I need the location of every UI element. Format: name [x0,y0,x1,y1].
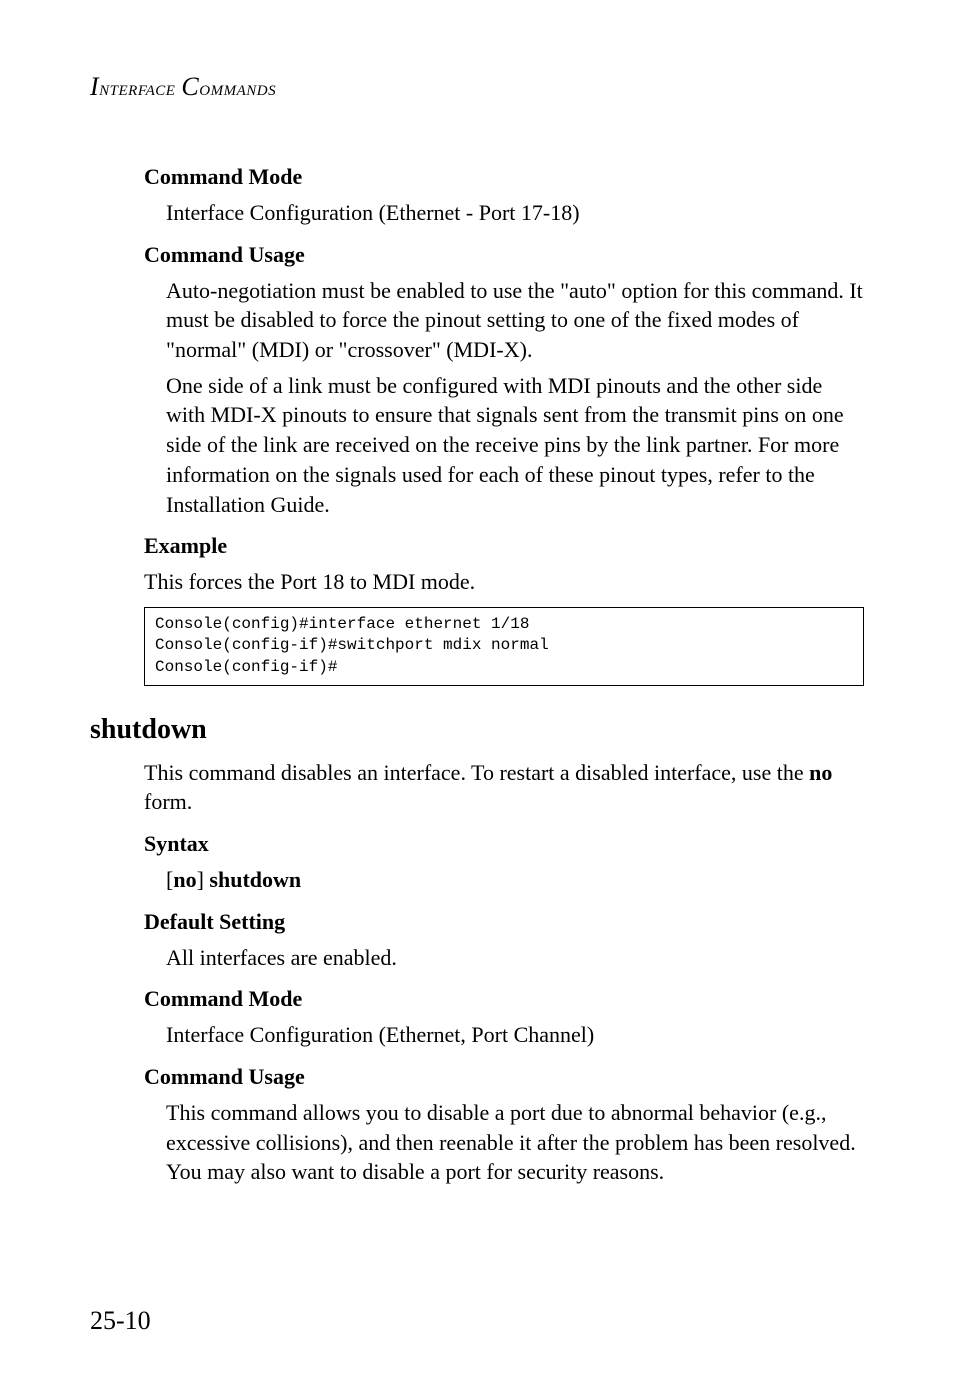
syntax-body: [no] shutdown [166,865,864,895]
command-usage-heading-1: Command Usage [144,242,864,268]
example-heading: Example [144,533,864,559]
example-body: This forces the Port 18 to MDI mode. [144,567,864,597]
shutdown-heading: shutdown [90,714,864,746]
page-header: Interface Commands [90,72,864,102]
command-usage-p1: Auto-negotiation must be enabled to use … [166,276,864,365]
shutdown-description: This command disables an interface. To r… [144,758,864,817]
default-setting-body: All interfaces are enabled. [166,943,864,973]
command-mode-body-2: Interface Configuration (Ethernet, Port … [166,1020,864,1050]
shutdown-desc-no: no [809,760,832,785]
syntax-heading: Syntax [144,831,864,857]
command-usage-heading-2: Command Usage [144,1064,864,1090]
shutdown-desc-part1: This command disables an interface. To r… [144,760,809,785]
command-usage-p2: One side of a link must be configured wi… [166,371,864,519]
syntax-no: no [173,867,196,892]
command-mode-body-1: Interface Configuration (Ethernet - Port… [166,198,864,228]
code-example: Console(config)#interface ethernet 1/18 … [144,607,864,686]
syntax-bracket-close: ] [197,867,210,892]
shutdown-desc-part2: form. [144,789,192,814]
command-mode-heading-2: Command Mode [144,986,864,1012]
syntax-shutdown: shutdown [209,867,301,892]
command-mode-heading-1: Command Mode [144,164,864,190]
command-usage-body-2: This command allows you to disable a por… [166,1098,864,1187]
default-setting-heading: Default Setting [144,909,864,935]
page-number: 25-10 [90,1306,151,1336]
